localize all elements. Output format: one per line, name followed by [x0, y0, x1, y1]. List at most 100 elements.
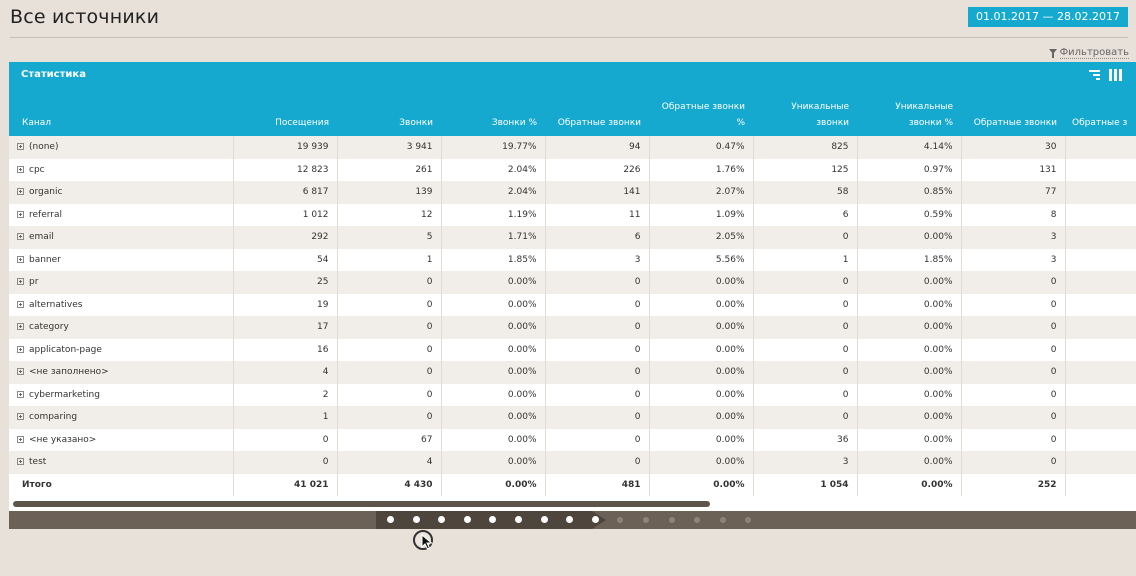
expand-plus-icon[interactable] [17, 458, 24, 466]
column-header[interactable]: Уникальные звонки [753, 99, 849, 131]
value-cell: 0 [233, 451, 338, 474]
expand-plus-icon[interactable] [17, 233, 24, 241]
channel-cell: comparing [9, 406, 234, 429]
value-cell: 0 [337, 383, 442, 406]
value-cell: 5 [337, 226, 442, 249]
table-row[interactable]: pr 25 0 0.00% 0 0.00% 0 0.00% 0 [9, 271, 1136, 294]
column-header-line1: Обратные з [1072, 118, 1128, 128]
total-value-cell: 1 054 [753, 473, 858, 496]
column-header[interactable]: Обратные звонки% [649, 99, 745, 131]
value-cell: 0.00% [441, 428, 546, 451]
table-row[interactable]: email 292 5 1.71% 6 2.05% 0 0.00% 3 [9, 226, 1136, 249]
pager-dot[interactable] [745, 517, 752, 523]
value-cell: 1 [233, 406, 338, 429]
sort-lines-icon[interactable] [1087, 69, 1100, 81]
table-row[interactable]: organic 6 817 139 2.04% 141 2.07% 58 0.85% 77 [9, 181, 1136, 204]
table-row[interactable]: cpc 12 823 261 2.04% 226 1.76% 125 0.97% 131 [9, 158, 1136, 181]
expand-plus-icon[interactable] [17, 323, 24, 331]
value-cell: 17 [233, 316, 338, 339]
value-cell [1065, 316, 1136, 339]
column-header[interactable]: Звонки % [441, 115, 537, 131]
pager-dot[interactable] [463, 516, 471, 523]
column-header-line2: Обратные звонки [557, 118, 641, 128]
pager-dot[interactable] [643, 517, 649, 523]
column-header-line2: Звонки [399, 118, 433, 128]
value-cell: 0 [753, 406, 858, 429]
expand-plus-icon[interactable] [17, 368, 24, 376]
column-header[interactable]: Обратные звонки [961, 115, 1057, 131]
pager-dot[interactable] [515, 516, 522, 523]
value-cell: 0.00% [857, 293, 962, 316]
column-header[interactable]: Обратные з [1072, 115, 1136, 131]
horizontal-scrollbar[interactable] [13, 501, 710, 507]
pager-dot[interactable] [719, 517, 726, 523]
table-row[interactable]: applicaton-page 16 0 0.00% 0 0.00% 0 0.00% 0 [9, 338, 1136, 361]
channel-cell: organic [9, 181, 234, 204]
total-value-cell: 4 430 [337, 473, 442, 496]
pager-dot[interactable] [387, 516, 394, 523]
channel-label: (none) [29, 142, 59, 153]
value-cell: 1.19% [441, 203, 546, 226]
statistics-panel: Статистика Канал Посещения Звонки Звонки % О… [9, 62, 1136, 511]
column-header-line1: Обратные звонки [661, 102, 745, 112]
value-cell [1065, 158, 1136, 181]
expand-plus-icon[interactable] [17, 188, 24, 196]
value-cell: 0.00% [441, 271, 546, 294]
column-header[interactable]: Канал [22, 115, 172, 131]
pager-dot[interactable] [668, 517, 675, 523]
column-header[interactable]: Звонки [337, 115, 433, 131]
filter-link[interactable]: Фильтровать [1048, 47, 1129, 59]
channel-cell: pr [9, 271, 234, 294]
column-header[interactable]: Посещения [233, 115, 329, 131]
date-range-button[interactable]: 01.01.2017 — 28.02.2017 [968, 7, 1128, 27]
table-row[interactable]: <не заполнено> 4 0 0.00% 0 0.00% 0 0.00% 0 [9, 361, 1136, 384]
value-cell: 0.85% [857, 181, 962, 204]
page-title: Все источники [10, 6, 160, 28]
value-cell: 2 [233, 383, 338, 406]
value-cell: 0.00% [441, 361, 546, 384]
pager-dot[interactable] [540, 516, 548, 523]
expand-plus-icon[interactable] [17, 300, 24, 308]
table-row[interactable]: <не указано> 0 67 0.00% 0 0.00% 36 0.00% 0 [9, 428, 1136, 451]
value-cell: 0 [545, 451, 650, 474]
expand-plus-icon[interactable] [17, 435, 24, 443]
expand-plus-icon[interactable] [17, 345, 24, 353]
expand-plus-icon[interactable] [17, 255, 24, 263]
channel-cell: cybermarketing [9, 383, 234, 406]
pager-dot[interactable] [591, 516, 599, 523]
expand-plus-icon[interactable] [17, 210, 24, 218]
value-cell: 0 [545, 428, 650, 451]
total-value-cell: 41 021 [233, 473, 338, 496]
value-cell: 0.00% [649, 271, 754, 294]
pager-dot[interactable] [617, 517, 624, 523]
expand-plus-icon[interactable] [17, 143, 24, 151]
value-cell [1065, 181, 1136, 204]
table-row[interactable]: category 17 0 0.00% 0 0.00% 0 0.00% 0 [9, 316, 1136, 339]
table-row[interactable]: banner 54 1 1.85% 3 5.56% 1 1.85% 3 [9, 248, 1136, 271]
table-row[interactable]: comparing 1 0 0.00% 0 0.00% 0 0.00% 0 [9, 406, 1136, 429]
pager-dot[interactable] [412, 516, 420, 523]
value-cell: 2.04% [441, 181, 546, 204]
expand-plus-icon[interactable] [17, 390, 24, 398]
channel-label: pr [29, 277, 39, 288]
columns-icon[interactable] [1109, 69, 1122, 81]
value-cell: 25 [233, 271, 338, 294]
table-row[interactable]: (none) 19 939 3 941 19.77% 94 0.47% 825 4.14% 30 [9, 136, 1136, 159]
column-header[interactable]: Уникальные звонки % [857, 99, 953, 131]
channel-cell: email [9, 226, 234, 249]
panel-header: Статистика Канал Посещения Звонки Звонки % О… [9, 62, 1136, 136]
table-row[interactable]: cybermarketing 2 0 0.00% 0 0.00% 0 0.00% 0 [9, 383, 1136, 406]
column-header[interactable]: Обратные звонки [545, 115, 641, 131]
table-row[interactable]: alternatives 19 0 0.00% 0 0.00% 0 0.00% 0 [9, 293, 1136, 316]
value-cell [1065, 451, 1136, 474]
value-cell: 0.00% [441, 316, 546, 339]
expand-plus-icon[interactable] [17, 413, 24, 421]
value-cell: 0 [753, 226, 858, 249]
value-cell: 4.14% [857, 136, 962, 159]
pager-dot[interactable] [694, 517, 701, 523]
table-row[interactable]: test 0 4 0.00% 0 0.00% 3 0.00% 0 [9, 451, 1136, 474]
table-row[interactable]: referral 1 012 12 1.19% 11 1.09% 6 0.59% 8 [9, 203, 1136, 226]
value-cell: 0.00% [857, 361, 962, 384]
expand-plus-icon[interactable] [17, 278, 24, 286]
expand-plus-icon[interactable] [17, 165, 24, 173]
